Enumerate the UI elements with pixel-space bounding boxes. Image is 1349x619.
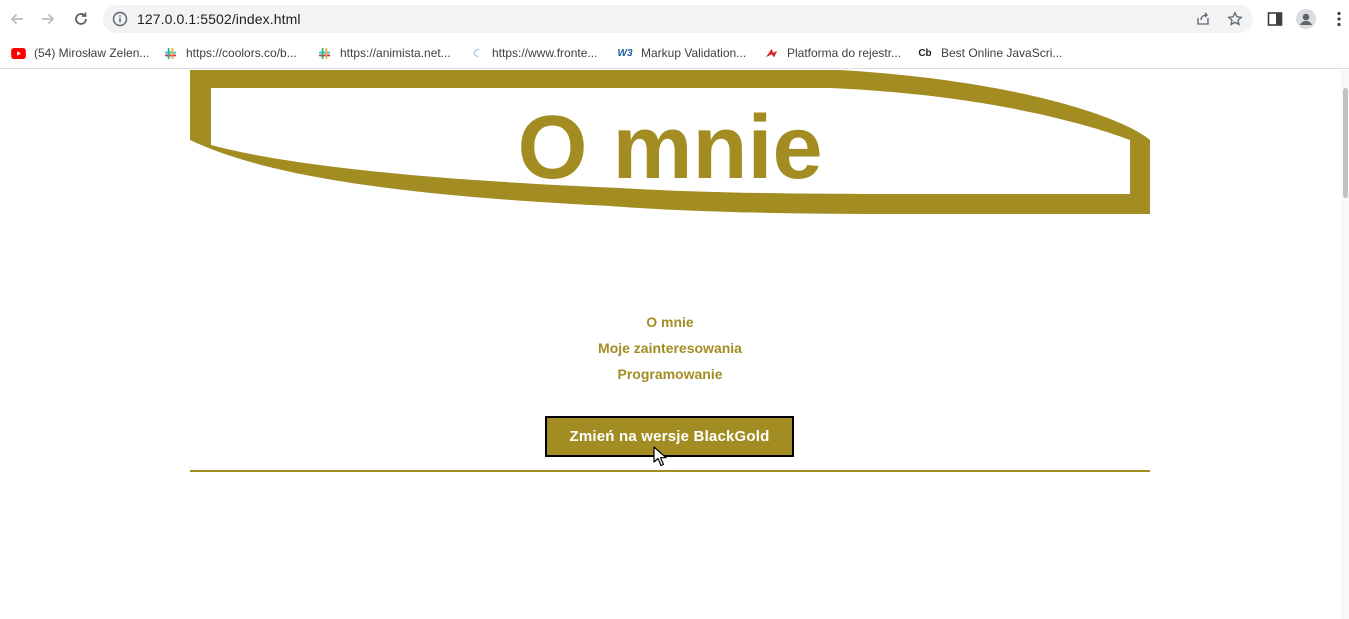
browser-toolbar: 127.0.0.1:5502/index.html xyxy=(0,0,1349,38)
main-menu: O mnie Moje zainteresowania Programowani… xyxy=(190,312,1150,390)
forward-button[interactable] xyxy=(37,8,59,30)
divider xyxy=(190,470,1150,472)
slack-icon xyxy=(316,45,332,61)
bookmark-label: Markup Validation... xyxy=(641,46,747,60)
bookmark-item[interactable]: https://animista.net... xyxy=(316,44,451,62)
side-panel-icon xyxy=(1267,12,1283,26)
url-text: 127.0.0.1:5502/index.html xyxy=(137,11,301,27)
bookmark-item[interactable]: https://coolors.co/b... xyxy=(162,44,297,62)
bookmark-label: (54) Mirosław Zelen... xyxy=(34,46,150,60)
bookmark-label: Platforma do rejestr... xyxy=(787,46,902,60)
bookmark-label: Best Online JavaScri... xyxy=(941,46,1063,60)
bookmarks-bar: (54) Mirosław Zelen... https://coolors.c… xyxy=(0,38,1349,69)
side-panel-button[interactable] xyxy=(1265,9,1285,29)
reload-icon xyxy=(75,12,87,25)
codebeautify-icon: Cb xyxy=(918,47,932,59)
share-icon[interactable] xyxy=(1195,11,1211,27)
page-title: O mnie xyxy=(517,98,823,198)
back-button[interactable] xyxy=(6,8,28,30)
mouse-cursor-icon xyxy=(653,446,667,467)
star-icon[interactable] xyxy=(1227,11,1243,27)
scrollbar-thumb[interactable] xyxy=(1343,88,1348,198)
bookmark-label: https://animista.net... xyxy=(340,46,451,60)
bookmark-label: https://coolors.co/b... xyxy=(186,46,297,60)
w3c-icon: W3 xyxy=(617,47,633,59)
profile-icon xyxy=(1296,9,1316,29)
address-bar[interactable]: 127.0.0.1:5502/index.html xyxy=(103,5,1253,33)
arrow-right-icon xyxy=(42,13,55,25)
youtube-icon xyxy=(10,45,26,61)
bookmark-item[interactable]: (54) Mirosław Zelen... xyxy=(10,44,149,62)
arrow-left-icon xyxy=(10,13,23,25)
slack-icon xyxy=(162,45,178,61)
info-icon[interactable] xyxy=(112,11,128,27)
bookmark-item[interactable]: Platforma do rejestr... xyxy=(763,44,901,62)
profile-button[interactable] xyxy=(1296,9,1316,29)
bookmark-label: https://www.fronte... xyxy=(492,46,598,60)
bookmark-item[interactable]: W3 Markup Validation... xyxy=(617,44,747,62)
platform-icon xyxy=(763,45,779,61)
page-content: O mnie O mnie Moje zainteresowania Progr… xyxy=(0,70,1349,619)
bookmark-item[interactable]: Cb Best Online JavaScri... xyxy=(917,44,1062,62)
menu-item-about[interactable]: O mnie xyxy=(190,312,1150,338)
menu-button[interactable] xyxy=(1329,9,1349,29)
reload-button[interactable] xyxy=(70,8,92,30)
theme-toggle-button[interactable]: Zmień na wersje BlackGold xyxy=(545,416,794,457)
frontend-icon xyxy=(468,45,484,61)
bookmark-item[interactable]: https://www.fronte... xyxy=(468,44,597,62)
kebab-menu-icon xyxy=(1337,11,1341,27)
menu-item-programming[interactable]: Programowanie xyxy=(190,364,1150,390)
menu-item-interests[interactable]: Moje zainteresowania xyxy=(190,338,1150,364)
